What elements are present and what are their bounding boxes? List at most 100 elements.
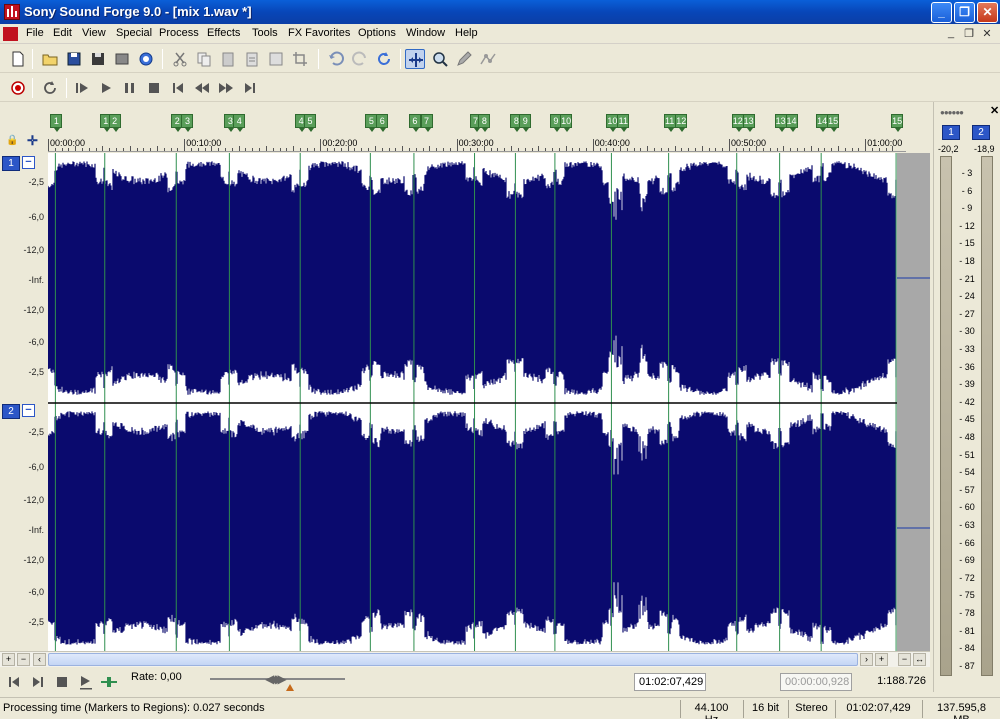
- zoom-ratio[interactable]: 1:188.726: [860, 673, 930, 691]
- selection-length[interactable]: 00:00:00,928: [780, 673, 852, 691]
- forward-icon[interactable]: [216, 78, 236, 98]
- web-icon[interactable]: [136, 49, 156, 69]
- zoom-in-button[interactable]: +: [2, 653, 15, 666]
- meter-grip-icon[interactable]: ●●●●●●: [940, 108, 964, 117]
- status-sample-rate[interactable]: 44.100 Hz: [680, 700, 742, 719]
- new-file-icon[interactable]: [8, 49, 28, 69]
- scroll-right-button[interactable]: ›: [860, 653, 873, 666]
- record-icon[interactable]: [8, 78, 28, 98]
- channel-1-collapse-button[interactable]: −: [22, 156, 35, 169]
- loop-icon[interactable]: [40, 78, 60, 98]
- menu-window[interactable]: Window: [406, 27, 445, 39]
- marker-3[interactable]: 3: [181, 114, 194, 132]
- marker-9[interactable]: 9: [519, 114, 532, 132]
- status-bit-depth[interactable]: 16 bit: [743, 700, 787, 718]
- copy-icon[interactable]: [194, 49, 214, 69]
- time-zoom-in-button[interactable]: +: [875, 653, 888, 666]
- marker-6[interactable]: 6: [408, 114, 421, 132]
- meter-peak-2[interactable]: -18,9: [974, 144, 995, 154]
- undo-icon[interactable]: [326, 49, 346, 69]
- marker-12[interactable]: 12: [675, 114, 688, 132]
- doc-minimize-button[interactable]: _: [944, 27, 958, 39]
- open-icon[interactable]: [40, 49, 60, 69]
- doc-restore-button[interactable]: ❐: [962, 27, 976, 40]
- cursor-position[interactable]: 01:02:07,429: [634, 673, 706, 691]
- waveform-canvas[interactable]: [48, 153, 930, 653]
- minimize-button[interactable]: _: [931, 2, 952, 23]
- time-ruler[interactable]: 00:00:00 00:10:00 00:20:00 00:30:00 00:40:00…: [48, 136, 906, 152]
- lock-icon[interactable]: 🔒: [6, 135, 18, 146]
- horizontal-scrollbar[interactable]: + − ‹ › + − ↔: [0, 651, 930, 667]
- level-zoom-out-button[interactable]: −: [898, 653, 911, 666]
- paste-special-icon[interactable]: [242, 49, 262, 69]
- render-icon[interactable]: [112, 49, 132, 69]
- marker-bar[interactable]: 1 1 2 2 3 3 4 4 5 5 6 6 7 7 8 8 9 9 10 10 11 11 12 12 13 13 14 14 15…: [48, 114, 904, 136]
- waveform-channel-2[interactable]: [48, 411, 897, 645]
- window-stop-icon[interactable]: [52, 672, 72, 692]
- pencil-tool-icon[interactable]: [454, 49, 474, 69]
- meter-close-button[interactable]: ✕: [990, 104, 999, 117]
- menu-special[interactable]: Special: [116, 27, 152, 39]
- save-icon[interactable]: [64, 49, 84, 69]
- window-go-to-start-icon[interactable]: [4, 672, 24, 692]
- marker-4[interactable]: 4: [233, 114, 246, 132]
- marker-11[interactable]: 11: [617, 114, 630, 132]
- cut-icon[interactable]: [170, 49, 190, 69]
- menu-help[interactable]: Help: [455, 27, 478, 39]
- scroll-left-button[interactable]: ‹: [33, 653, 46, 666]
- marker-14[interactable]: 14: [785, 114, 798, 132]
- marker-2[interactable]: 2: [108, 114, 121, 132]
- menu-process[interactable]: Process: [159, 27, 199, 39]
- marker-11[interactable]: 11: [663, 114, 676, 132]
- marker-15[interactable]: 15: [891, 114, 904, 132]
- marker-7[interactable]: 7: [420, 114, 433, 132]
- menu-edit[interactable]: Edit: [53, 27, 72, 39]
- marker-15[interactable]: 15: [827, 114, 840, 132]
- edit-tool-icon[interactable]: [405, 49, 425, 69]
- marker-1[interactable]: 1: [50, 114, 63, 132]
- scroll-thumb[interactable]: [48, 653, 858, 666]
- waveform-display[interactable]: [48, 153, 930, 653]
- menu-file[interactable]: File: [26, 27, 44, 39]
- channel-1-badge[interactable]: 1: [2, 156, 20, 171]
- waveform-channel-1[interactable]: [48, 161, 897, 395]
- marker-8[interactable]: 8: [478, 114, 491, 132]
- sound-forge-app-icon[interactable]: [4, 4, 20, 20]
- document-icon[interactable]: [3, 27, 18, 41]
- save-as-icon[interactable]: [88, 49, 108, 69]
- go-to-end-icon[interactable]: [240, 78, 260, 98]
- pause-icon[interactable]: [120, 78, 140, 98]
- stop-icon[interactable]: [144, 78, 164, 98]
- envelope-tool-icon[interactable]: [478, 49, 498, 69]
- marker-6[interactable]: 6: [376, 114, 389, 132]
- magnify-tool-icon[interactable]: [430, 49, 450, 69]
- rewind-icon[interactable]: [192, 78, 212, 98]
- repeat-icon[interactable]: [374, 49, 394, 69]
- go-to-start-icon[interactable]: [168, 78, 188, 98]
- menu-tools[interactable]: Tools: [252, 27, 278, 39]
- play-all-icon[interactable]: [72, 78, 92, 98]
- menu-view[interactable]: View: [82, 27, 106, 39]
- doc-close-button[interactable]: ✕: [980, 27, 994, 40]
- paste-icon[interactable]: [218, 49, 238, 69]
- play-icon[interactable]: [96, 78, 116, 98]
- menu-options[interactable]: Options: [358, 27, 396, 39]
- status-channels[interactable]: Stereo: [788, 700, 834, 718]
- rate-slider-thumb[interactable]: ◀◆▶: [265, 672, 291, 686]
- window-play-icon[interactable]: [76, 672, 96, 692]
- meter-peak-1[interactable]: -20,2: [938, 144, 959, 154]
- redo-icon[interactable]: [350, 49, 370, 69]
- marker-13[interactable]: 13: [742, 114, 755, 132]
- menu-effects[interactable]: Effects: [207, 27, 240, 39]
- marker-5[interactable]: 5: [304, 114, 317, 132]
- snap-icon[interactable]: ✛: [27, 133, 38, 149]
- zoom-out-button[interactable]: −: [17, 653, 30, 666]
- scrub-icon[interactable]: [99, 672, 119, 692]
- marker-10[interactable]: 10: [560, 114, 573, 132]
- level-zoom-button[interactable]: ↔: [913, 653, 926, 666]
- menu-fx-favorites[interactable]: FX Favorites: [288, 27, 350, 39]
- window-go-to-end-icon[interactable]: [28, 672, 48, 692]
- mix-icon[interactable]: [266, 49, 286, 69]
- channel-2-collapse-button[interactable]: −: [22, 404, 35, 417]
- close-button[interactable]: ✕: [977, 2, 998, 23]
